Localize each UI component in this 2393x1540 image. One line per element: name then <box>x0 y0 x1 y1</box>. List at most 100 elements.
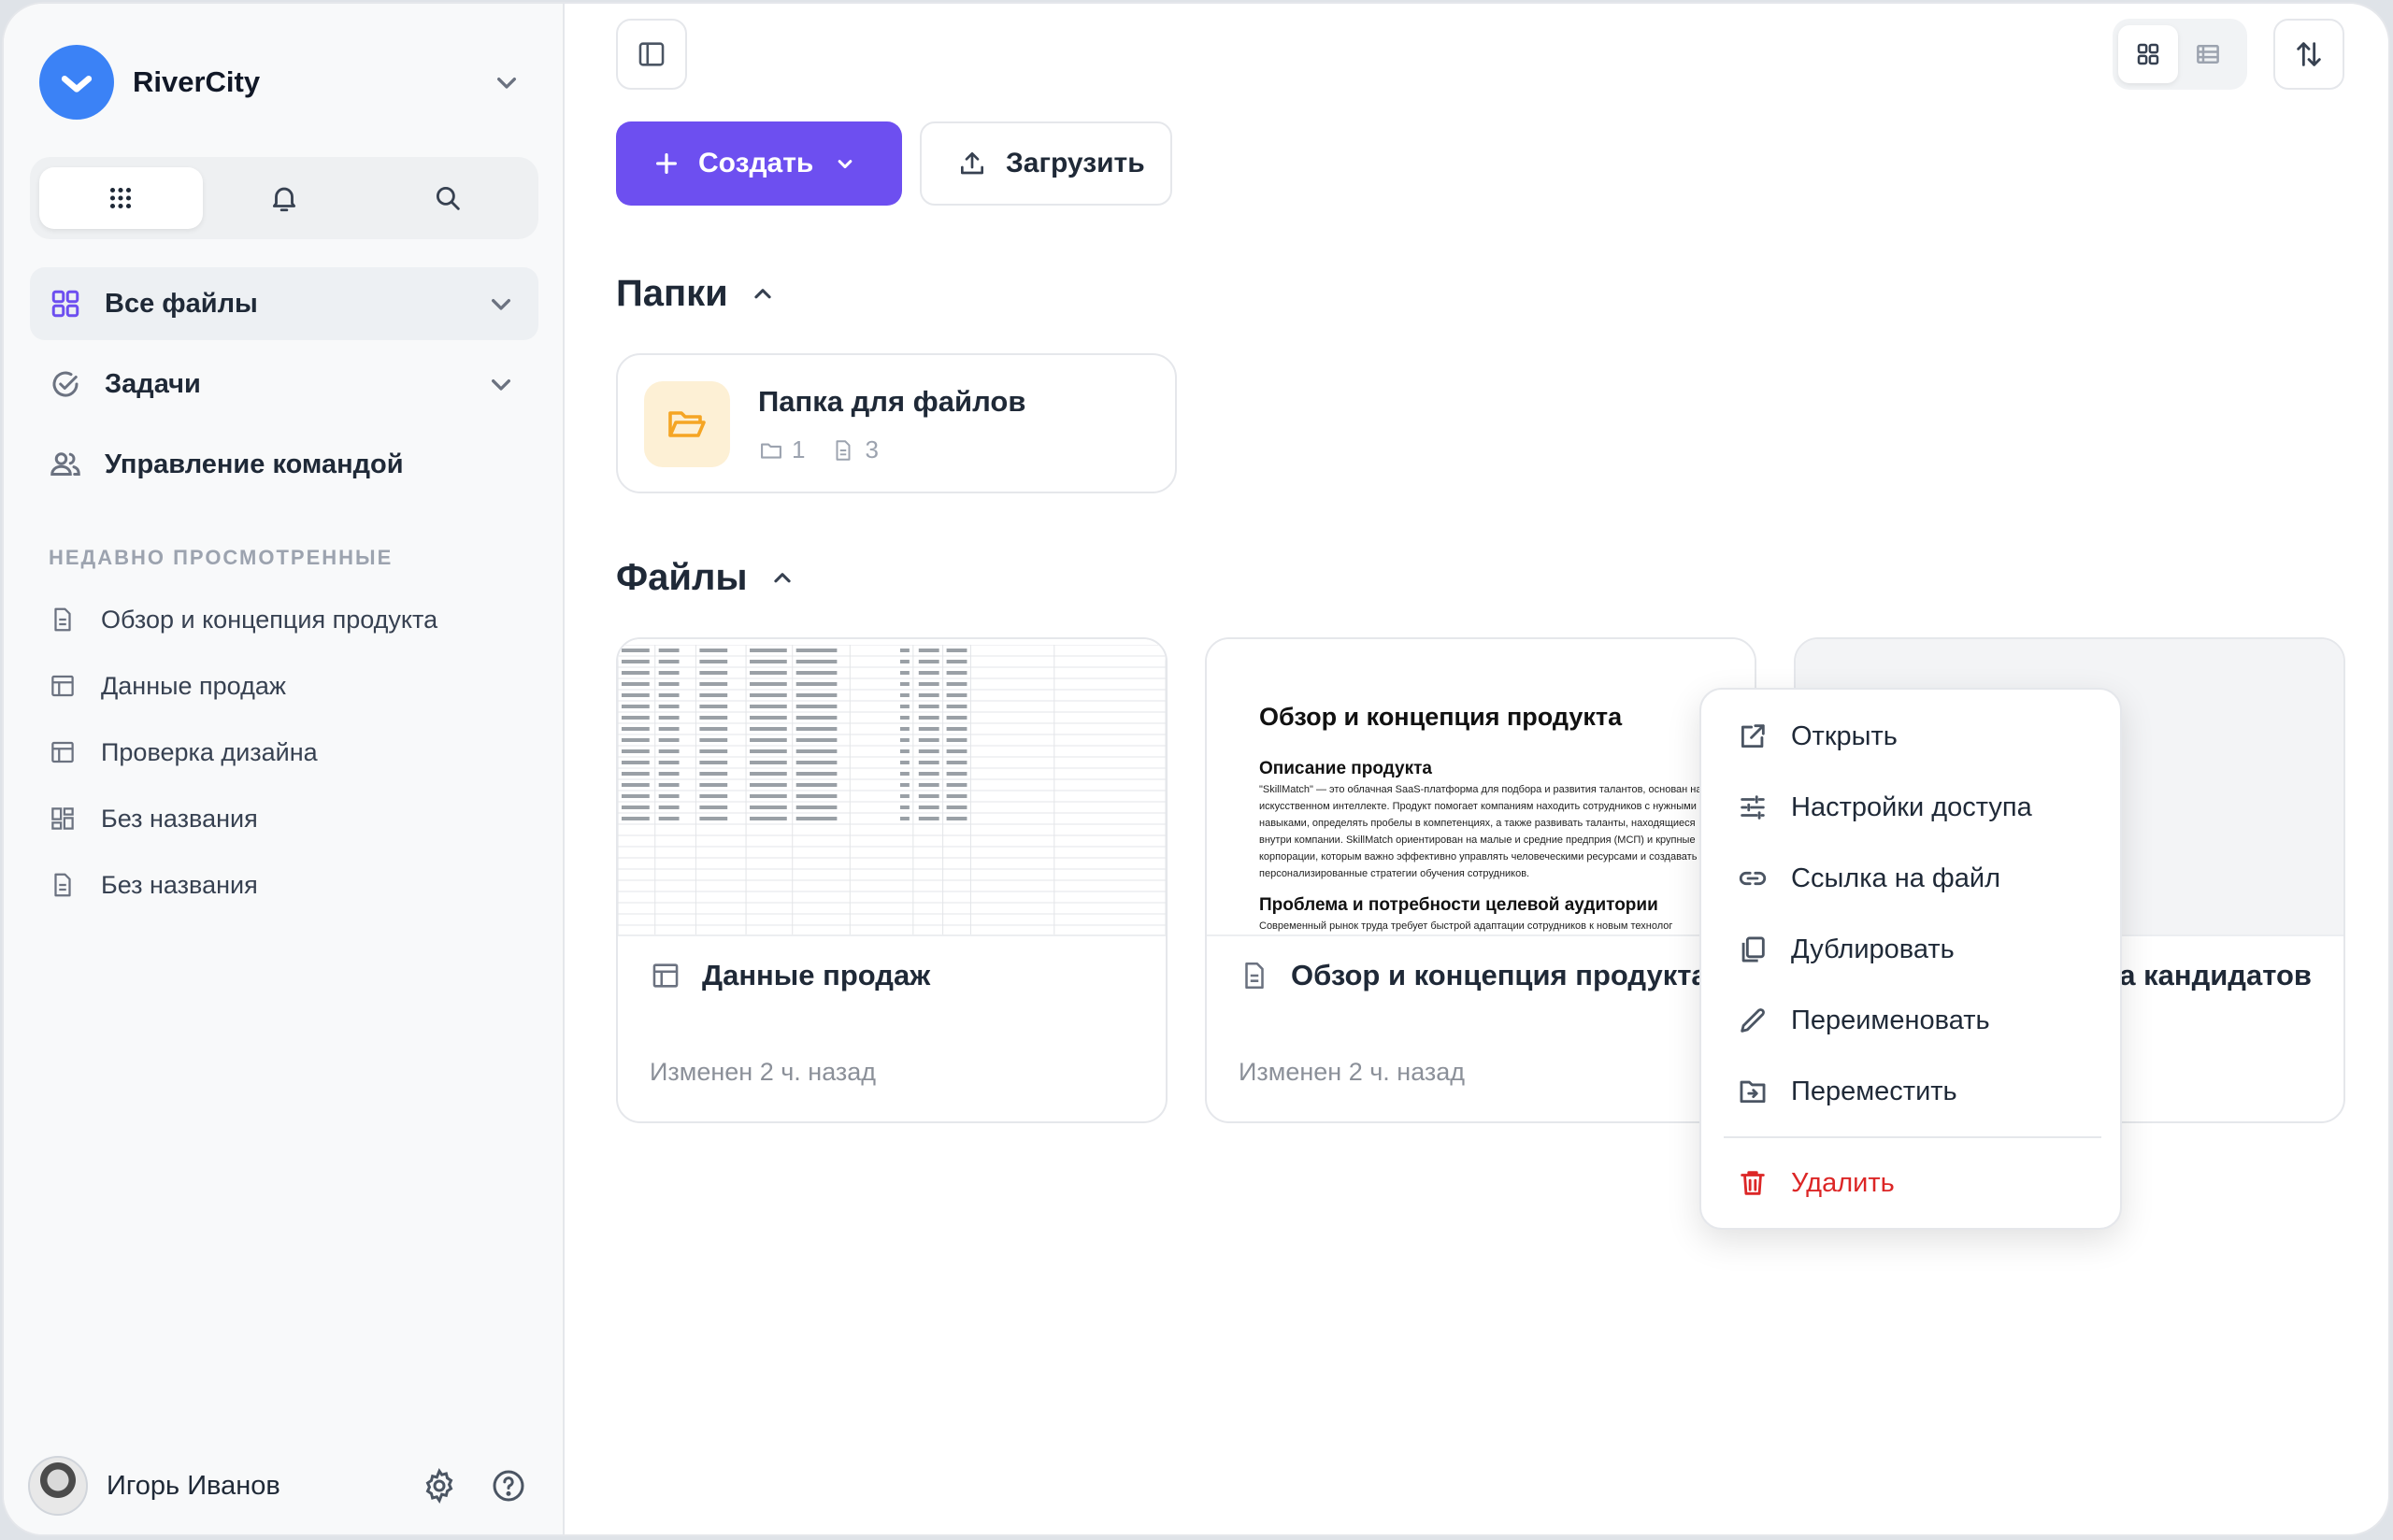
notifications-tab[interactable] <box>203 167 366 229</box>
menu-item-label: Переименовать <box>1791 1005 1990 1035</box>
sheet-cell-text <box>899 761 910 764</box>
sheet-cell-text <box>899 727 910 731</box>
sheet-cell-text <box>899 738 910 742</box>
sheet-cell-text <box>750 772 787 776</box>
sheet-cell-text <box>918 649 939 652</box>
file-title-text: Обзор и концепция продукта <box>1291 959 1708 991</box>
sheet-cell-text <box>750 761 787 764</box>
sort-button[interactable] <box>2273 19 2344 90</box>
list-icon <box>2197 45 2219 64</box>
pencil-icon <box>1741 1008 1765 1033</box>
sheet-cell-text <box>750 817 787 820</box>
file-icon <box>836 439 851 461</box>
folder-name: Папка для файлов <box>758 385 1026 418</box>
workspace-switcher[interactable]: RiverCity <box>39 45 525 120</box>
sheet-cell-text <box>918 727 939 731</box>
sheet-cell-text <box>795 761 838 764</box>
apps-grid-icon <box>110 187 132 209</box>
sheet-cell-text <box>621 716 650 720</box>
sheet-cell-text <box>750 806 787 809</box>
sheet-cell-text <box>658 817 680 820</box>
sheet-cell-text <box>621 649 650 652</box>
sheet-cell-text <box>621 660 650 663</box>
recent-item[interactable]: Без названия <box>49 862 535 908</box>
sheet-cell-text <box>621 761 650 764</box>
upload-button[interactable]: Загрузить <box>920 121 1172 206</box>
table-icon <box>51 675 74 697</box>
sidebar-item-tasks[interactable]: Задачи <box>30 348 538 421</box>
move-folder-icon <box>1740 1080 1766 1104</box>
sheet-cell-text <box>918 817 939 820</box>
apps-tab[interactable] <box>39 167 203 229</box>
sheet-cell-text <box>699 693 728 697</box>
sidebar-item-all-files[interactable]: Все файлы <box>30 267 538 340</box>
sheet-cell-text <box>946 682 967 686</box>
recent-item[interactable]: Проверка дизайна <box>49 729 535 776</box>
sheet-cell-text <box>795 738 838 742</box>
toggle-sidebar-button[interactable] <box>616 19 687 90</box>
grid-view-button[interactable] <box>2118 25 2178 83</box>
sidebar-item-team[interactable]: Управление командой <box>30 428 538 501</box>
sheet-cell-text <box>621 749 650 753</box>
sheet-cell-text <box>621 671 650 675</box>
folders-section-header[interactable]: Папки <box>616 273 779 315</box>
context-menu: Открыть Настройки доступа Ссылка на файл… <box>1699 688 2122 1230</box>
sheet-cell-text <box>658 749 680 753</box>
search-tab[interactable] <box>365 167 529 229</box>
sheet-cell-text <box>918 772 939 776</box>
menu-item-move[interactable]: Переместить <box>1720 1062 2105 1121</box>
sheet-cell-text <box>946 794 967 798</box>
file-title-text: Данные продаж <box>702 959 931 991</box>
recent-item[interactable]: Данные продаж <box>49 663 535 709</box>
sheet-cell-text <box>750 738 787 742</box>
sidebar-item-label: Все файлы <box>105 288 258 319</box>
list-view-button[interactable] <box>2178 25 2238 83</box>
sheet-cell-text <box>750 783 787 787</box>
sheet-cell-text <box>795 783 838 787</box>
sheet-cell-text <box>658 772 680 776</box>
menu-item-duplicate[interactable]: Дублировать <box>1720 920 2105 979</box>
sheet-cell-text <box>918 660 939 663</box>
menu-item-open[interactable]: Открыть <box>1720 706 2105 766</box>
file-card[interactable]: Данные продаж Изменен 2 ч. назад <box>616 637 1168 1123</box>
grid-icon <box>51 290 79 318</box>
sliders-icon <box>1741 795 1765 820</box>
gear-icon[interactable] <box>421 1467 458 1504</box>
recent-item[interactable]: Без названия <box>49 795 535 842</box>
menu-item-rename[interactable]: Переименовать <box>1720 991 2105 1050</box>
sidebar-item-label: Управление командой <box>105 449 404 479</box>
doc-preview-title: Обзор и концепция продукта <box>1259 703 1623 731</box>
file-title: а кандидатов <box>2099 959 2312 992</box>
recent-item[interactable]: Обзор и концепция продукта <box>49 596 535 643</box>
menu-item-label: Открыть <box>1791 720 1898 751</box>
menu-item-delete[interactable]: Удалить <box>1720 1153 2105 1213</box>
sheet-cell-text <box>699 727 728 731</box>
files-section-header[interactable]: Файлы <box>616 557 798 599</box>
sheet-cell-text <box>658 806 680 809</box>
doc-preview-paragraph: "SkillMatch" — это облачная SaaS-платфор… <box>1259 784 1702 879</box>
sheet-cell-text <box>750 705 787 708</box>
menu-item-copy-link[interactable]: Ссылка на файл <box>1720 848 2105 908</box>
sheet-cell-text <box>918 761 939 764</box>
sheet-cell-text <box>621 693 650 697</box>
file-preview <box>618 639 1166 936</box>
recent-item-label: Проверка дизайна <box>101 737 318 766</box>
sheet-cell-text <box>699 716 728 720</box>
sidebar-item-label: Задачи <box>105 368 201 399</box>
file-card[interactable]: Обзор и концепция продукта Описание прод… <box>1205 637 1756 1123</box>
sheet-cell-text <box>699 772 728 776</box>
menu-item-access-settings[interactable]: Настройки доступа <box>1720 777 2105 837</box>
menu-item-label: Дублировать <box>1791 934 1955 964</box>
menu-item-label: Ссылка на файл <box>1791 863 2001 893</box>
create-button-label: Создать <box>698 148 814 178</box>
sheet-cell-text <box>621 738 650 742</box>
help-icon[interactable] <box>490 1467 527 1504</box>
sheet-cell-text <box>946 693 967 697</box>
create-button[interactable]: Создать <box>616 121 902 206</box>
sheet-cell-text <box>918 749 939 753</box>
sheet-cell-text <box>658 705 680 708</box>
folder-card[interactable]: Папка для файлов 1 3 <box>616 353 1177 493</box>
file-modified: Изменен 2 ч. назад <box>650 1058 877 1086</box>
user-profile[interactable]: Игорь Иванов <box>28 1452 540 1519</box>
copy-icon <box>1741 936 1765 962</box>
